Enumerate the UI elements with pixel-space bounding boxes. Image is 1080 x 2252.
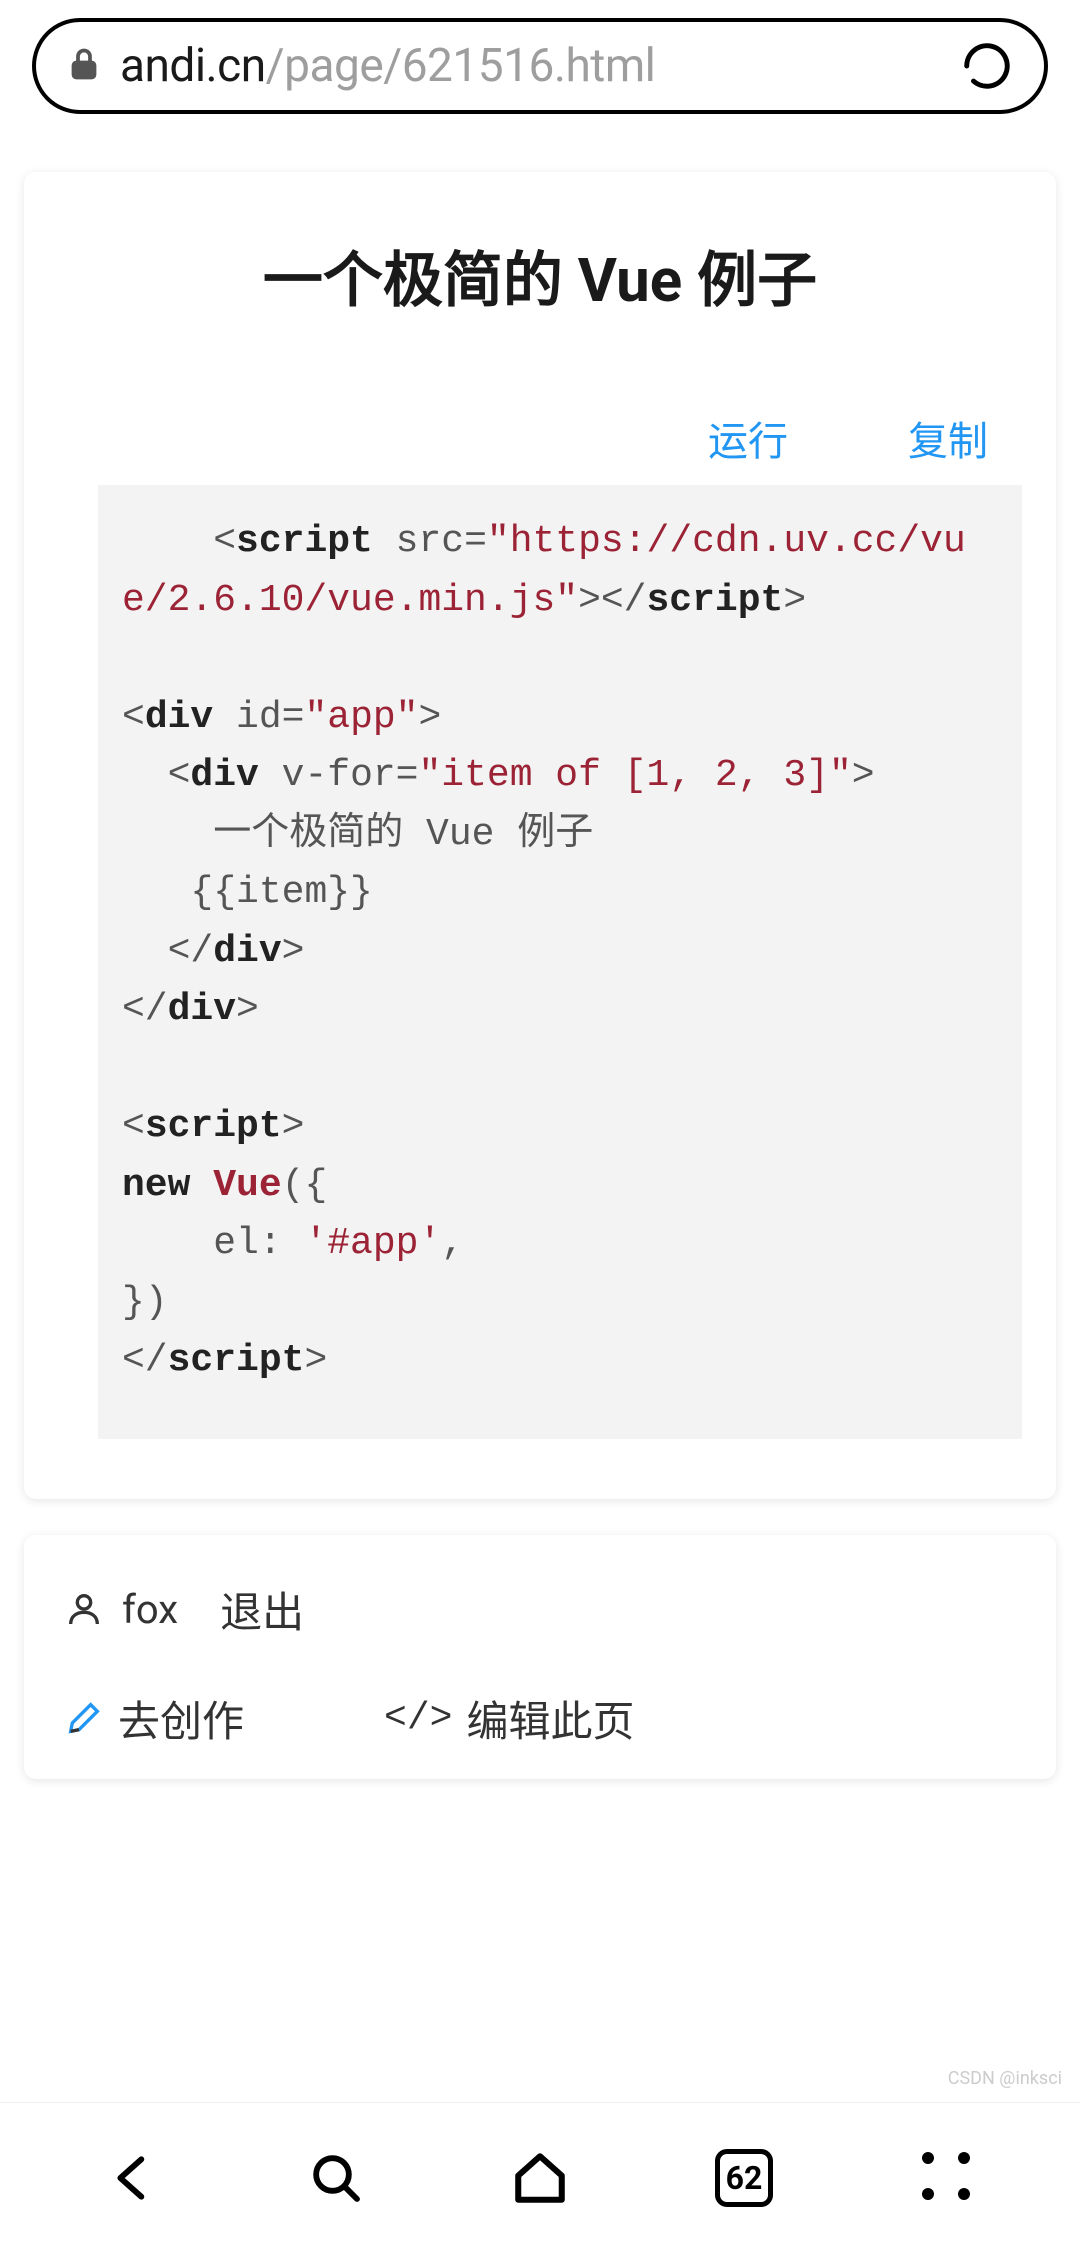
run-button[interactable]: 运行: [708, 409, 788, 467]
search-button[interactable]: [301, 2143, 371, 2213]
edit-label: 编辑此页: [466, 1688, 634, 1749]
tab-count: 62: [715, 2149, 773, 2207]
address-bar[interactable]: andi.cn/page/621516.html: [32, 18, 1048, 114]
user-row: fox 退出: [64, 1579, 1016, 1640]
page-title: 一个极简的 Vue 例子: [58, 232, 1022, 319]
create-label: 去创作: [118, 1688, 244, 1749]
article-card: 一个极简的 Vue 例子 运行 复制 <script src="https://…: [24, 172, 1056, 1499]
reload-icon[interactable]: [960, 39, 1014, 93]
user-card: fox 退出 去创作 </> 编辑此页: [24, 1535, 1056, 1779]
url-path: /page/621516.html: [266, 39, 656, 93]
code-icon: </>: [384, 1697, 452, 1740]
url-text[interactable]: andi.cn/page/621516.html: [120, 39, 950, 93]
lock-icon: [66, 46, 102, 86]
logout-link[interactable]: 退出: [220, 1579, 304, 1640]
back-button[interactable]: [97, 2143, 167, 2213]
url-domain: andi.cn: [120, 39, 266, 93]
copy-button[interactable]: 复制: [908, 409, 988, 467]
user-icon: [64, 1589, 104, 1629]
bottom-nav: 62: [0, 2102, 1080, 2252]
menu-dots-icon: [922, 2152, 974, 2204]
create-link[interactable]: 去创作: [64, 1688, 244, 1749]
tabs-button[interactable]: 62: [709, 2143, 779, 2213]
watermark: CSDN @inksci: [948, 2068, 1062, 2089]
action-row: 去创作 </> 编辑此页: [64, 1688, 1016, 1749]
content-area: 一个极简的 Vue 例子 运行 复制 <script src="https://…: [0, 114, 1080, 1779]
menu-button[interactable]: [913, 2143, 983, 2213]
username[interactable]: fox: [122, 1586, 178, 1633]
home-button[interactable]: [505, 2143, 575, 2213]
pencil-icon: [64, 1698, 104, 1738]
edit-page-link[interactable]: </> 编辑此页: [384, 1688, 634, 1749]
code-actions: 运行 复制: [58, 409, 1022, 467]
code-block[interactable]: <script src="https://cdn.uv.cc/vue/2.6.1…: [98, 485, 1022, 1439]
